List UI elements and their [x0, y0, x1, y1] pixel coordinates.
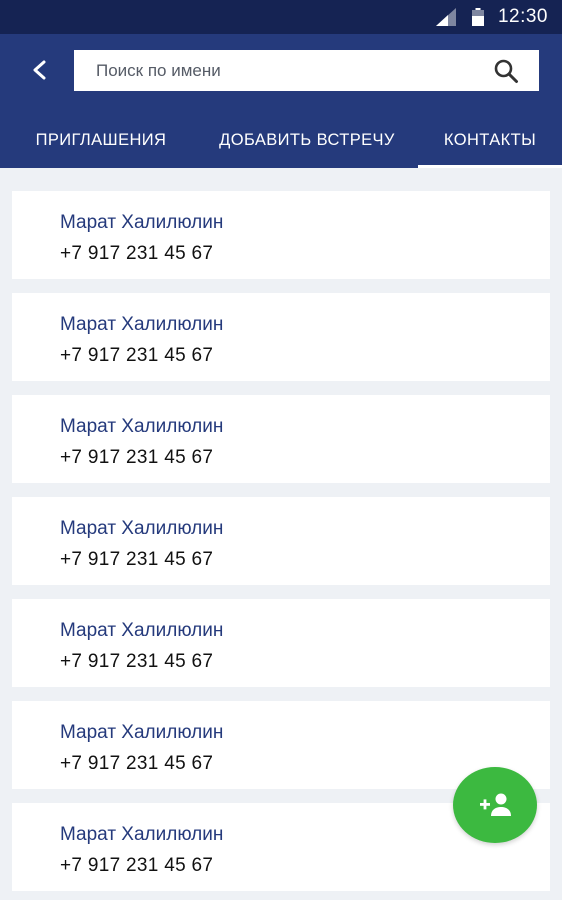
signal-icon [435, 8, 456, 26]
contact-phone: +7 917 231 45 67 [60, 855, 214, 876]
contact-name: Марат Халилюлин [60, 518, 224, 539]
contact-name: Марат Халилюлин [60, 824, 224, 845]
contact-item[interactable]: Марат Халилюлин +7 917 231 45 67 [12, 395, 550, 483]
contact-item[interactable]: Марат Халилюлин +7 917 231 45 67 [12, 599, 550, 687]
contact-phone: +7 917 231 45 67 [60, 651, 214, 672]
search-icon[interactable] [493, 58, 519, 84]
status-bar: 12:30 [0, 0, 562, 34]
contact-phone: +7 917 231 45 67 [60, 447, 214, 468]
contact-phone: +7 917 231 45 67 [60, 345, 214, 366]
contact-item[interactable]: Марат Халилюлин +7 917 231 45 67 [12, 191, 550, 279]
contact-phone: +7 917 231 45 67 [60, 243, 214, 264]
back-button[interactable] [22, 52, 58, 88]
add-contact-button[interactable] [453, 767, 537, 843]
chevron-left-icon [33, 60, 46, 80]
contact-item[interactable]: Марат Халилюлин +7 917 231 45 67 [12, 497, 550, 585]
contact-name: Марат Халилюлин [60, 416, 224, 437]
contact-phone: +7 917 231 45 67 [60, 549, 214, 570]
tab-contacts[interactable]: КОНТАКТЫ [418, 113, 562, 168]
contact-phone: +7 917 231 45 67 [60, 753, 214, 774]
status-icons: 12:30 [435, 0, 548, 34]
contact-item[interactable]: Марат Халилюлин +7 917 231 45 67 [12, 293, 550, 381]
contact-name: Марат Халилюлин [60, 722, 224, 743]
search-input[interactable] [74, 50, 493, 91]
search-box [74, 50, 539, 91]
contact-name: Марат Халилюлин [60, 212, 224, 233]
contact-name: Марат Халилюлин [60, 620, 224, 641]
tab-add-meeting[interactable]: ДОБАВИТЬ ВСТРЕЧУ [210, 113, 404, 168]
contact-name: Марат Халилюлин [60, 314, 224, 335]
tab-invitations[interactable]: ПРИГЛАШЕНИЯ [18, 113, 184, 168]
tab-bar: ПРИГЛАШЕНИЯ ДОБАВИТЬ ВСТРЕЧУ КОНТАКТЫ [0, 113, 562, 168]
add-contact-icon [480, 793, 511, 816]
status-time: 12:30 [497, 6, 548, 27]
app-header: ПРИГЛАШЕНИЯ ДОБАВИТЬ ВСТРЕЧУ КОНТАКТЫ [0, 34, 562, 168]
battery-icon [471, 8, 484, 26]
